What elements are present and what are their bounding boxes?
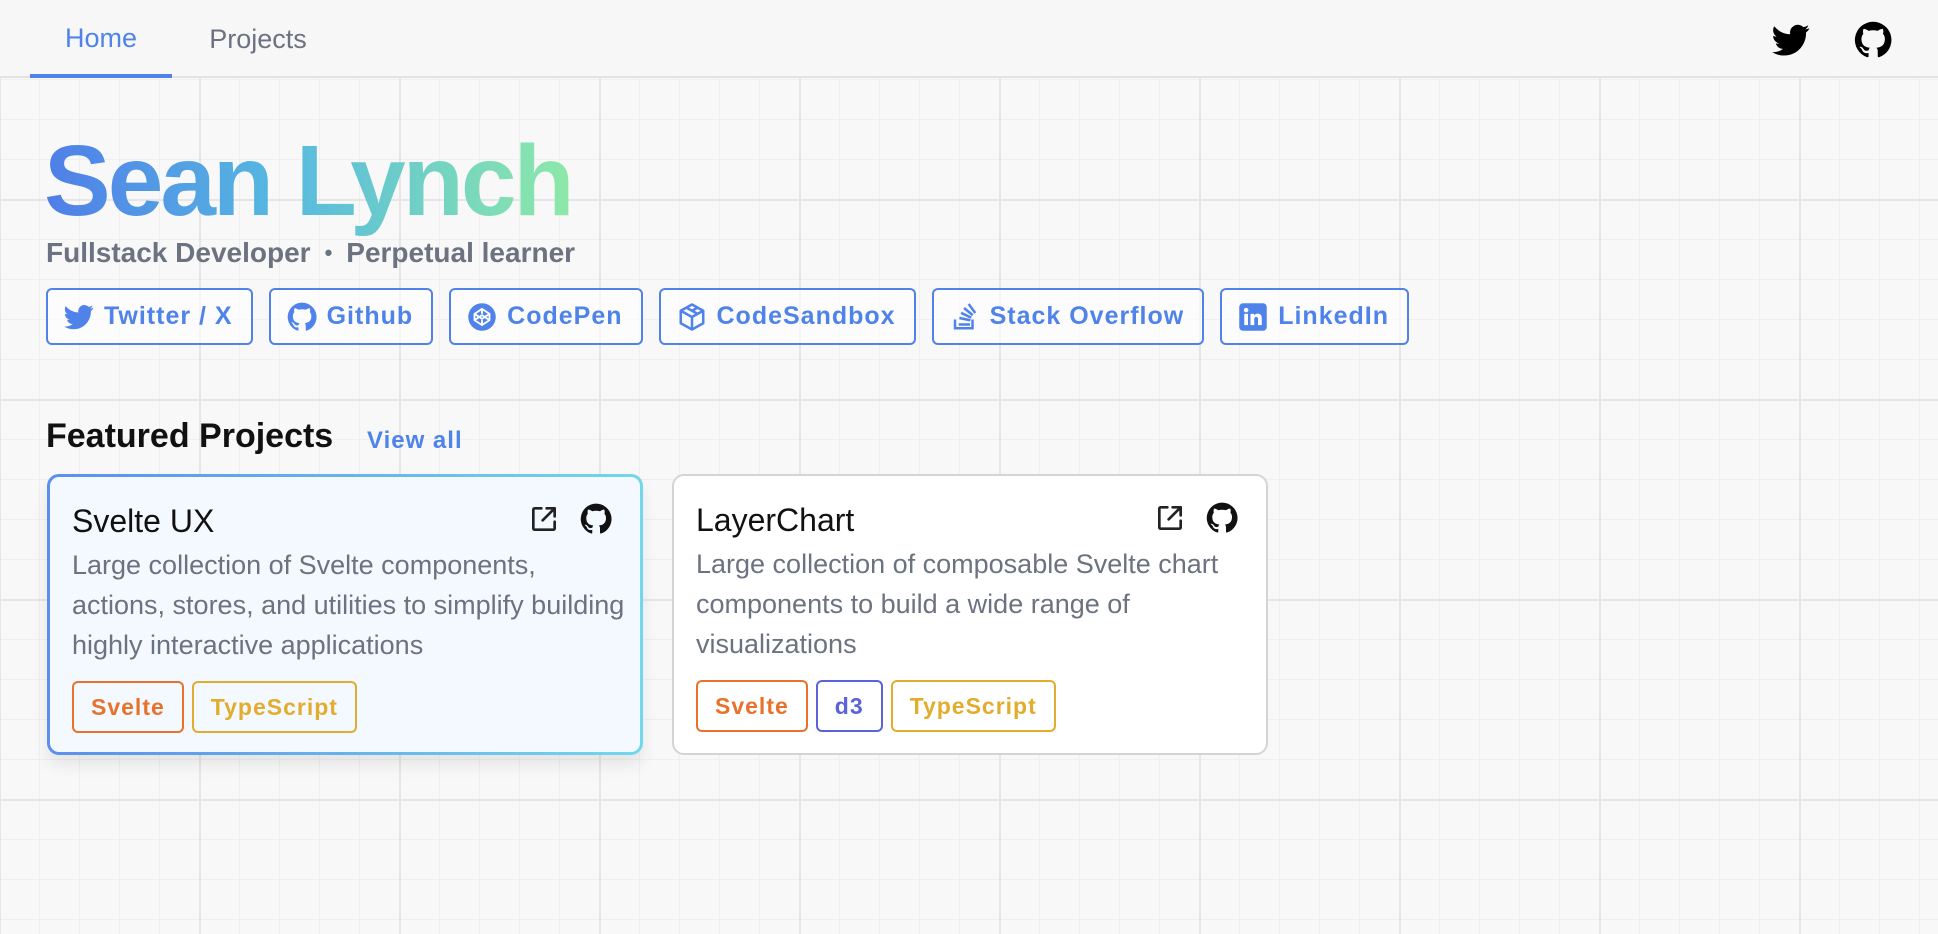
linkedin-button-label: LinkedIn (1278, 302, 1390, 330)
project-tags: Svelte TypeScript (72, 681, 357, 733)
project-actions (1154, 502, 1238, 534)
github-icon[interactable] (1206, 502, 1238, 534)
tag-typescript[interactable]: TypeScript (191, 681, 357, 733)
twitter-button[interactable]: Twitter / X (46, 288, 253, 345)
view-all-link[interactable]: View all (367, 426, 463, 456)
twitter-icon[interactable] (1772, 21, 1810, 59)
page-title: Sean Lynch (44, 125, 575, 237)
featured-projects-heading: Featured Projects (46, 417, 334, 455)
codepen-button[interactable]: CodePen (449, 288, 643, 345)
codesandbox-button-label: CodeSandbox (716, 302, 896, 330)
codepen-button-label: CodePen (507, 302, 623, 330)
project-tags: Svelte d3 TypeScript (696, 680, 1056, 732)
tag-d3[interactable]: d3 (815, 680, 883, 732)
tagline: Fullstack Developer • Perpetual learner (46, 236, 575, 270)
github-icon[interactable] (1854, 21, 1892, 59)
project-description: Large collection of composable Svelte ch… (696, 549, 1219, 659)
tab-home[interactable]: Home (30, 0, 172, 78)
github-icon[interactable] (580, 503, 612, 535)
project-description: Large collection of Svelte components, a… (72, 550, 625, 660)
tagline-separator: • (324, 240, 333, 265)
tab-projects[interactable]: Projects (190, 0, 326, 78)
top-nav: Home Projects (0, 0, 1938, 78)
codepen-icon (467, 302, 497, 332)
codesandbox-button[interactable]: CodeSandbox (658, 288, 916, 345)
tag-typescript[interactable]: TypeScript (890, 680, 1056, 732)
project-card-svelte-ux[interactable]: Svelte UX Large collection of Svelte com… (47, 474, 643, 755)
external-link-icon[interactable] (528, 503, 560, 535)
stackoverflow-button-label: Stack Overflow (989, 302, 1185, 330)
project-actions (528, 503, 612, 535)
github-button-label: Github (326, 302, 414, 330)
github-icon (287, 302, 317, 332)
github-button[interactable]: Github (268, 288, 434, 345)
tagline-motto: Perpetual learner (346, 237, 576, 268)
twitter-button-label: Twitter / X (104, 302, 233, 330)
project-title: Svelte UX (72, 503, 215, 539)
stackoverflow-icon (950, 302, 980, 332)
tag-svelte[interactable]: Svelte (72, 681, 184, 733)
stackoverflow-button[interactable]: Stack Overflow (931, 288, 1205, 345)
twitter-icon (64, 302, 94, 332)
linkedin-button[interactable]: LinkedIn (1220, 288, 1410, 345)
tag-svelte[interactable]: Svelte (696, 680, 808, 732)
codesandbox-icon (677, 302, 707, 332)
linkedin-icon (1238, 302, 1268, 332)
project-card-layerchart[interactable]: LayerChart Large collection of composabl… (672, 474, 1268, 755)
external-link-icon[interactable] (1154, 502, 1186, 534)
project-title: LayerChart (696, 502, 855, 538)
social-links: Twitter / X Github CodePen CodeSandbox S… (46, 288, 1410, 345)
tagline-role: Fullstack Developer (46, 237, 311, 268)
